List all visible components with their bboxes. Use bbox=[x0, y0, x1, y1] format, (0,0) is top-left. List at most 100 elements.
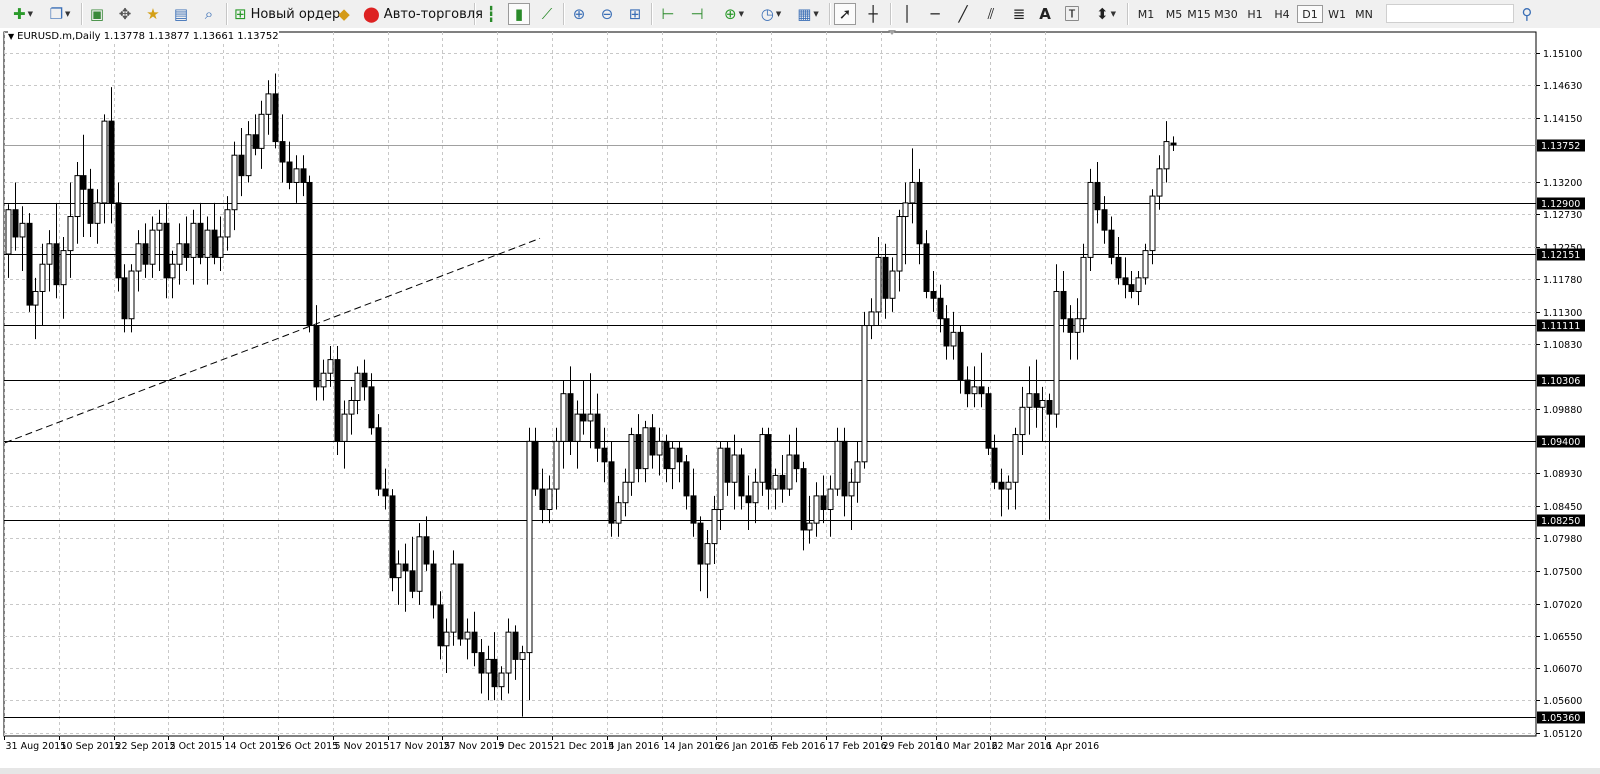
equidistant-channel-button[interactable]: ⫽ bbox=[980, 3, 1002, 25]
text-label-button[interactable]: 🅃 bbox=[1061, 3, 1083, 25]
candle-body bbox=[1074, 318, 1081, 333]
x-tick-label: 17 Nov 2015 bbox=[390, 741, 451, 752]
timeframe-m15[interactable]: M15 bbox=[1186, 5, 1212, 23]
candle-body bbox=[1108, 229, 1115, 258]
arrows-button[interactable]: ⬍ ▼ bbox=[1090, 3, 1122, 25]
periods-button[interactable]: ◷ ▼ bbox=[755, 3, 787, 25]
timeframe-h1[interactable]: H1 bbox=[1242, 5, 1268, 23]
navigator-button[interactable]: ✥ bbox=[114, 3, 136, 25]
cursor-button[interactable]: ➚ bbox=[834, 3, 856, 25]
candle-body bbox=[991, 447, 998, 483]
candle-body bbox=[1142, 250, 1149, 279]
market-watch-button[interactable]: ▣ bbox=[86, 3, 108, 25]
chevron-down-icon: ▼ bbox=[738, 10, 744, 18]
candle bbox=[389, 489, 396, 592]
vertical-line-icon: │ bbox=[902, 4, 912, 23]
data-window-button[interactable]: ▤ bbox=[170, 3, 192, 25]
candle-body bbox=[943, 318, 950, 347]
candle-body bbox=[676, 447, 683, 463]
vertical-line-button[interactable]: │ bbox=[896, 3, 918, 25]
timeframe-m30[interactable]: M30 bbox=[1213, 5, 1239, 23]
trendline-icon: ╱ bbox=[958, 4, 968, 23]
timeframe-w1[interactable]: W1 bbox=[1324, 5, 1350, 23]
candle-body bbox=[608, 461, 615, 524]
candle-body bbox=[656, 440, 663, 456]
candle-body bbox=[546, 488, 553, 511]
chevron-down-icon: ▼ bbox=[27, 10, 33, 18]
y-tick-label: 1.06550 bbox=[1543, 632, 1582, 643]
candlesticks-button[interactable]: ▮ bbox=[508, 3, 530, 25]
horizontal-line-button[interactable]: ─ bbox=[924, 3, 946, 25]
candle-body bbox=[937, 297, 944, 320]
zoom-in-button[interactable]: ⊕ bbox=[568, 3, 590, 25]
fibonacci-button[interactable]: ≣ bbox=[1008, 3, 1030, 25]
timeframe-mn[interactable]: MN bbox=[1351, 5, 1377, 23]
tile-windows-button[interactable]: ⊞ bbox=[624, 3, 646, 25]
candle-body bbox=[642, 427, 649, 470]
candle-body bbox=[341, 413, 348, 442]
chart-window[interactable]: 1.151001.146301.141501.132001.127301.122… bbox=[0, 28, 1600, 774]
trendline-button[interactable]: ╱ bbox=[952, 3, 974, 25]
profiles-button[interactable]: ❐ ▼ bbox=[44, 3, 76, 25]
x-tick-label: 5 Nov 2015 bbox=[335, 741, 390, 752]
autoscroll-button[interactable]: ⊢ bbox=[657, 3, 679, 25]
timeframe-d1[interactable]: D1 bbox=[1297, 5, 1323, 23]
crosshair-button[interactable]: ┼ bbox=[862, 3, 884, 25]
candle-body bbox=[512, 631, 519, 660]
candle-body bbox=[861, 325, 868, 463]
search-input[interactable] bbox=[1386, 4, 1514, 23]
y-tick-label: 1.13200 bbox=[1543, 178, 1582, 189]
candle bbox=[861, 311, 868, 469]
candle-body bbox=[759, 434, 766, 483]
candle-body bbox=[697, 522, 704, 565]
x-tick-label: 4 Jan 2016 bbox=[609, 741, 660, 752]
new-order-button[interactable]: ⊞ Новый ордер bbox=[231, 3, 343, 25]
tile-windows-icon: ⊞ bbox=[628, 4, 642, 23]
candle-body bbox=[539, 488, 546, 511]
strategy-tester-button[interactable]: ⌕ bbox=[198, 3, 220, 25]
price-level-label: 1.11111 bbox=[1541, 321, 1580, 332]
chart-shift-button[interactable]: ⊣ bbox=[686, 3, 708, 25]
candle-body bbox=[231, 154, 238, 211]
candle-body bbox=[1156, 168, 1163, 197]
text-button[interactable]: A bbox=[1034, 3, 1056, 25]
candle-body bbox=[252, 134, 259, 149]
new-order-label: Новый ордер bbox=[250, 6, 341, 22]
new-chart-button[interactable]: ✚ ▼ bbox=[6, 3, 40, 25]
metaeditor-button[interactable]: ◆ bbox=[333, 3, 355, 25]
candle-body bbox=[306, 181, 313, 327]
candle-body bbox=[834, 440, 841, 490]
y-tick-label: 1.09880 bbox=[1543, 405, 1582, 416]
auto-trading-button[interactable]: ⬤ Авто-торговля bbox=[360, 3, 486, 25]
x-tick-label: 14 Oct 2015 bbox=[225, 741, 284, 752]
price-level-label: 1.10306 bbox=[1541, 376, 1580, 387]
candle-body bbox=[1080, 256, 1087, 320]
candle-body bbox=[745, 495, 752, 504]
timeframe-h4[interactable]: H4 bbox=[1269, 5, 1295, 23]
candle-body bbox=[998, 481, 1005, 490]
line-chart-button[interactable]: ⟋ bbox=[536, 3, 558, 25]
current-price-label: 1.13752 bbox=[1541, 141, 1580, 152]
y-tick-label: 1.07500 bbox=[1543, 567, 1582, 578]
new-chart-icon: ✚ bbox=[13, 4, 26, 23]
candle-body bbox=[272, 93, 279, 143]
candle-body bbox=[258, 113, 265, 149]
candlestick-chart[interactable]: 1.151001.146301.141501.132001.127301.122… bbox=[0, 28, 1600, 774]
chart-grid bbox=[3, 31, 1537, 737]
favorites-button[interactable]: ★ bbox=[142, 3, 164, 25]
bar-chart-button[interactable]: ┇ bbox=[480, 3, 502, 25]
metaeditor-icon: ◆ bbox=[338, 4, 350, 23]
zoom-out-button[interactable]: ⊖ bbox=[596, 3, 618, 25]
arrows-icon: ⬍ bbox=[1096, 4, 1109, 23]
candle-body bbox=[348, 399, 355, 415]
search-button[interactable]: ⚲ bbox=[1516, 3, 1538, 25]
y-tick-label: 1.08930 bbox=[1543, 469, 1582, 480]
candle-body bbox=[1046, 399, 1053, 415]
data-window-icon: ▤ bbox=[173, 4, 189, 23]
indicators-button[interactable]: ⊕ ▼ bbox=[718, 3, 750, 25]
templates-button[interactable]: ▦ ▼ bbox=[792, 3, 824, 25]
x-tick-label: 31 Aug 2015 bbox=[6, 741, 67, 752]
timeframe-m5[interactable]: M5 bbox=[1161, 5, 1187, 23]
candle-body bbox=[1135, 277, 1142, 292]
timeframe-m1[interactable]: M1 bbox=[1133, 5, 1159, 23]
